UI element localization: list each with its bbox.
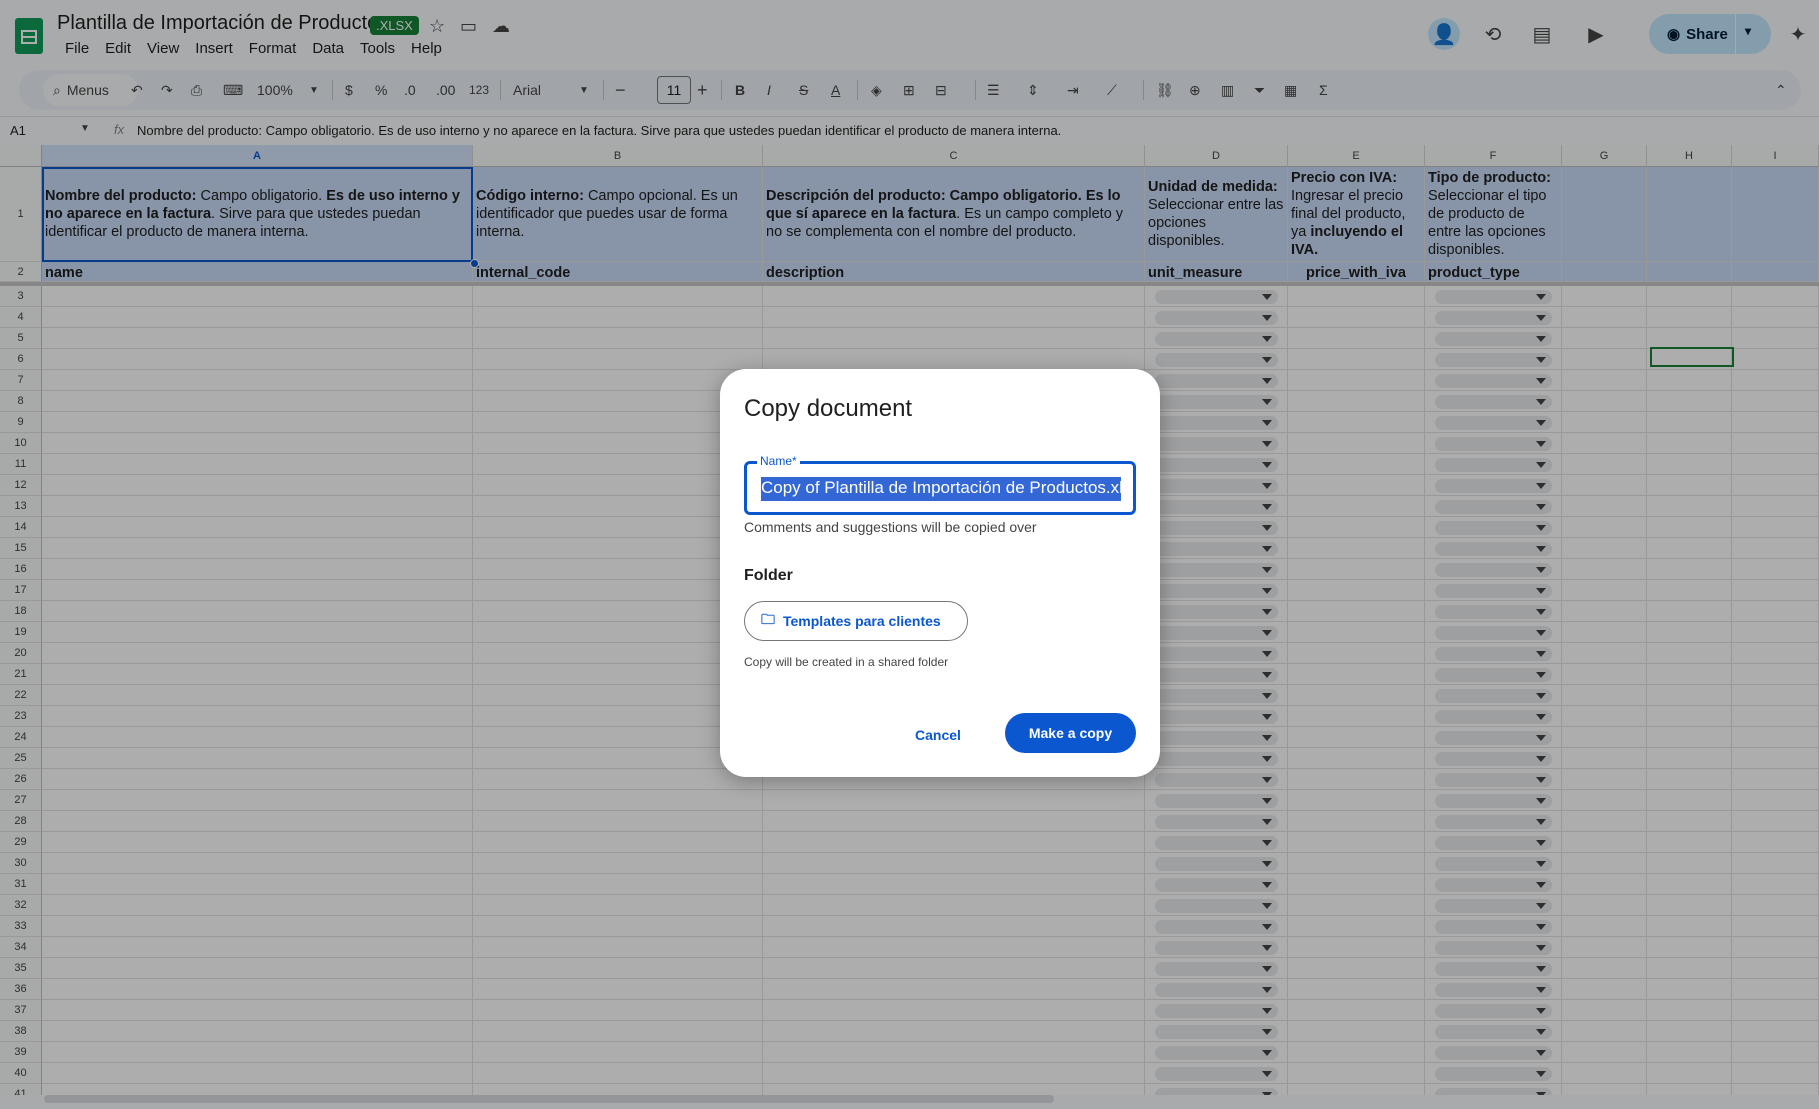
folder-select-button[interactable]: 🗀 Templates para clientes (744, 601, 968, 641)
folder-name: Templates para clientes (783, 613, 941, 629)
name-input[interactable] (761, 478, 1121, 498)
shared-folder-icon: 🗀 (761, 611, 775, 627)
dialog-title: Copy document (744, 395, 913, 422)
name-field[interactable]: Name* (744, 454, 1136, 515)
folder-heading: Folder (744, 567, 793, 584)
shared-folder-note: Copy will be created in a shared folder (744, 655, 949, 669)
copy-comments-helper: Comments and suggestions will be copied … (744, 519, 1037, 535)
copy-document-dialog: Copy document Name* Comments and suggest… (720, 369, 1160, 777)
make-a-copy-button[interactable]: Make a copy (1005, 713, 1136, 753)
cancel-button[interactable]: Cancel (896, 715, 980, 755)
name-field-label: Name* (757, 454, 800, 468)
